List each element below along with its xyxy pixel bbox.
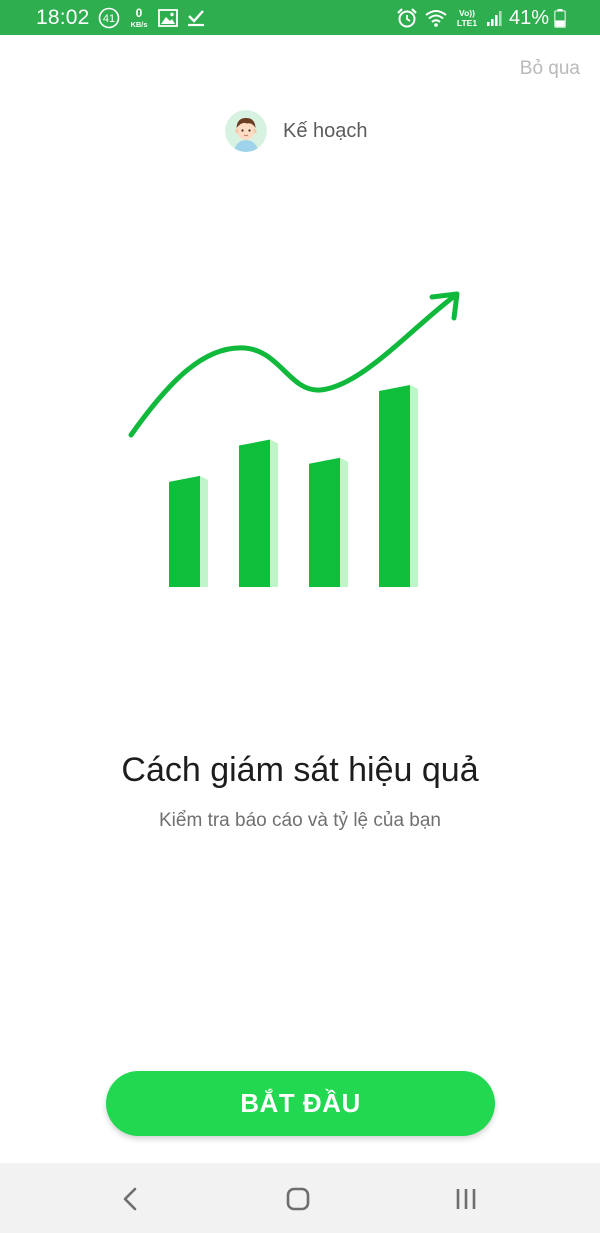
status-left-icons: 41 0 KB/s: [98, 6, 206, 29]
image-icon: [158, 9, 178, 27]
illustration-bar-shade: [270, 439, 278, 587]
back-icon: [123, 1187, 137, 1211]
illustration-bars: [169, 385, 418, 587]
notification-badge-icon: 41: [98, 7, 120, 29]
status-time: 18:02: [36, 6, 90, 29]
illustration-bar: [309, 457, 340, 587]
illustration-bar-shade: [340, 457, 348, 587]
battery-icon: [554, 9, 566, 28]
home-icon: [286, 1187, 310, 1211]
illustration-bar-shade: [200, 475, 208, 587]
start-button[interactable]: BẮT ĐẦU: [106, 1071, 495, 1136]
growth-chart-icon: [128, 291, 460, 587]
illustration-bar: [379, 385, 410, 587]
battery-percent: 41%: [509, 7, 550, 29]
signal-icon: [487, 11, 502, 26]
check-icon: [188, 10, 204, 27]
svg-text:LTE1: LTE1: [457, 18, 477, 28]
skip-button[interactable]: Bỏ qua: [520, 57, 580, 81]
svg-text:KB/s: KB/s: [130, 20, 147, 29]
alarm-icon: [397, 8, 417, 28]
plan-title: Kế hoạch: [283, 120, 368, 142]
plan-header: Kế hoạch: [225, 110, 368, 152]
subtitle: Kiểm tra báo cáo và tỷ lệ của bạn: [159, 810, 441, 831]
avatar: [225, 110, 267, 152]
svg-text:41: 41: [103, 13, 115, 25]
net-speed-icon: 0 KB/s: [130, 6, 147, 29]
status-bar: 18:02 41 0 KB/s Vo)) LTE1 41%: [0, 0, 600, 35]
illustration-bar: [169, 475, 200, 587]
navigation-bar: [0, 1163, 600, 1233]
recent-apps-icon: [456, 1189, 476, 1209]
svg-text:Vo)): Vo)): [459, 8, 475, 18]
nav-home-button[interactable]: [278, 1179, 318, 1219]
headline: Cách giám sát hiệu quả: [121, 751, 479, 789]
nav-back-button[interactable]: [110, 1179, 150, 1219]
status-right-icons: Vo)) LTE1: [396, 7, 502, 29]
svg-text:0: 0: [136, 6, 143, 20]
network-type-icon: Vo)) LTE1: [457, 8, 477, 28]
illustration-bar: [239, 439, 270, 587]
boy-avatar-icon: [225, 110, 267, 152]
wifi-icon: [425, 10, 447, 27]
illustration-bar-shade: [410, 385, 418, 587]
nav-recent-apps-button[interactable]: [446, 1179, 486, 1219]
